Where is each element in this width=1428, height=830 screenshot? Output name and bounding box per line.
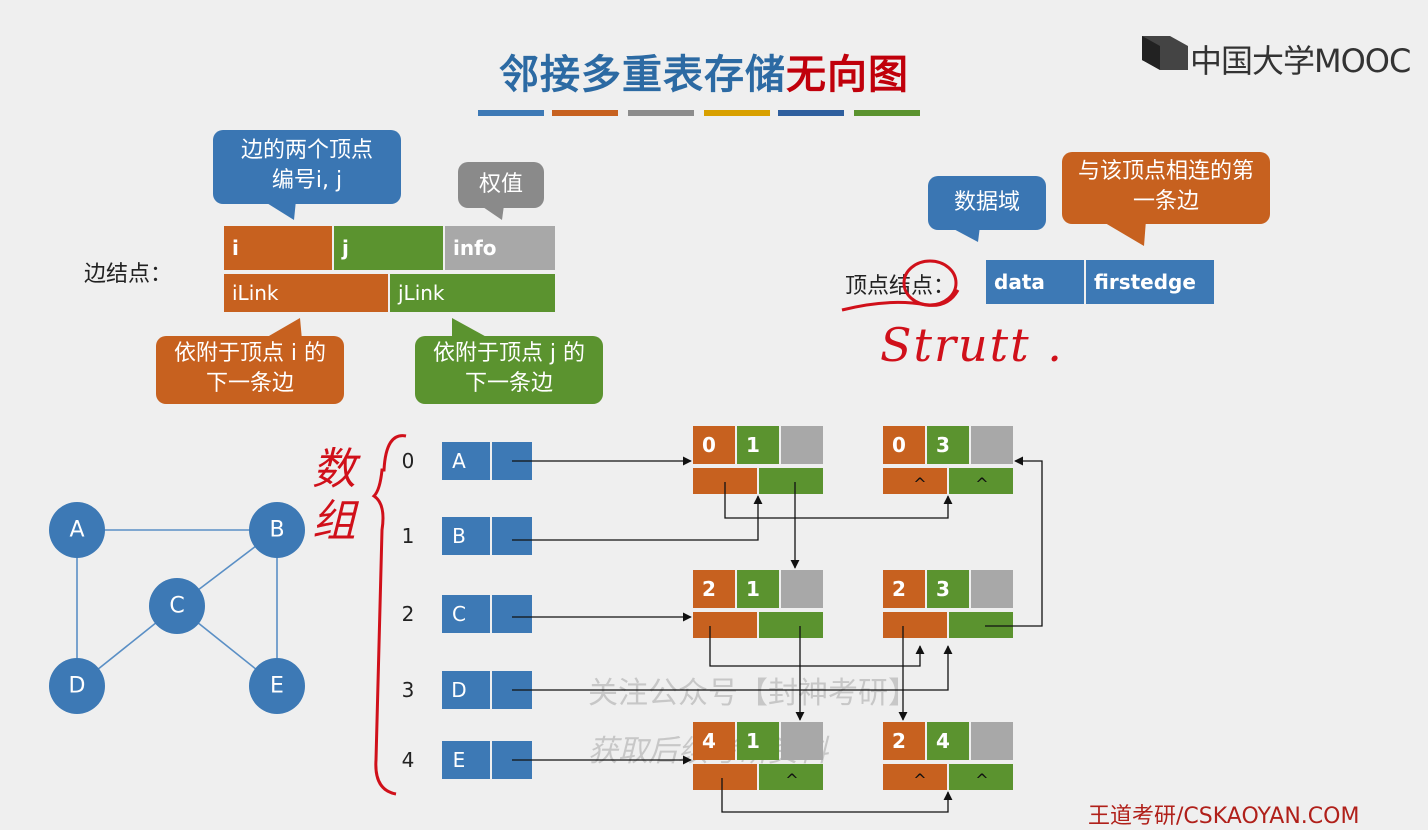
edge-i-value: 2 — [892, 729, 906, 753]
array-vertex-label: B — [452, 524, 466, 548]
graph-node-label: C — [169, 594, 184, 619]
edge-info-cell — [971, 570, 1013, 608]
edge-ilink-cell — [883, 612, 947, 638]
arrow-B-firstedge — [512, 495, 763, 541]
edge-i-value: 4 — [702, 729, 716, 753]
vertex-array: 0 A 1 B 2 C 3 D 4 E — [402, 442, 532, 779]
multilist-diagram: A B C D E 0 A 1 B 2 C 3 D 4 E 0 1 0 3 ^ ^ 2 1 2 3 4 1 ^ 2 4 ^ ^ — [49, 426, 1043, 813]
edge-ilink-null: ^ — [913, 771, 926, 790]
array-index: 2 — [402, 602, 415, 626]
edge-ilink-null: ^ — [913, 475, 926, 494]
footer-brand: 王道考研/CSKAOYAN.COM — [1088, 804, 1360, 829]
array-index: 0 — [402, 449, 415, 473]
edge-j-value: 3 — [936, 577, 950, 601]
array-firstedge-cell — [492, 517, 532, 555]
edge-i-value: 2 — [702, 577, 716, 601]
array-vertex-label: D — [451, 678, 466, 702]
edge-jlink-cell — [759, 468, 823, 494]
edge-info-cell — [781, 426, 823, 464]
array-firstedge-cell — [492, 595, 532, 633]
edge-jlink-null: ^ — [975, 771, 988, 790]
arrow-D-firstedge — [512, 645, 953, 691]
edge-j-value: 1 — [746, 729, 760, 753]
array-index: 1 — [402, 524, 415, 548]
edge-i-value: 0 — [892, 433, 906, 457]
edge-nodes: 0 1 0 3 ^ ^ 2 1 2 3 4 1 ^ 2 4 ^ ^ — [693, 426, 1013, 790]
array-vertex-label: C — [452, 602, 466, 626]
edge-jlink-cell — [949, 612, 1013, 638]
array-index: 3 — [402, 678, 415, 702]
array-data-cell — [442, 517, 490, 555]
edge-info-cell — [781, 722, 823, 760]
edge-jlink-cell — [759, 612, 823, 638]
array-vertex-label: A — [452, 449, 466, 473]
array-data-cell — [442, 595, 490, 633]
edge-info-cell — [781, 570, 823, 608]
edge-ilink-cell — [693, 612, 757, 638]
graph-node-label: E — [270, 674, 284, 699]
undirected-graph: A B C D E — [49, 502, 305, 714]
edge-i-value: 2 — [892, 577, 906, 601]
edge-j-value: 1 — [746, 433, 760, 457]
array-vertex-label: E — [453, 748, 466, 772]
edge-info-cell — [971, 722, 1013, 760]
edge-j-value: 1 — [746, 577, 760, 601]
edge-ilink-cell — [693, 764, 757, 790]
array-data-cell — [442, 741, 490, 779]
array-index: 4 — [402, 748, 415, 772]
graph-node-label: D — [69, 674, 86, 699]
edge-j-value: 4 — [936, 729, 950, 753]
edge-i-value: 0 — [702, 433, 716, 457]
graph-node-label: A — [69, 518, 84, 543]
graph-node-label: B — [269, 518, 284, 543]
edge-jlink-null: ^ — [975, 475, 988, 494]
edge-info-cell — [971, 426, 1013, 464]
edge-jlink-null: ^ — [785, 771, 798, 790]
edge-j-value: 3 — [936, 433, 950, 457]
array-data-cell — [442, 442, 490, 480]
